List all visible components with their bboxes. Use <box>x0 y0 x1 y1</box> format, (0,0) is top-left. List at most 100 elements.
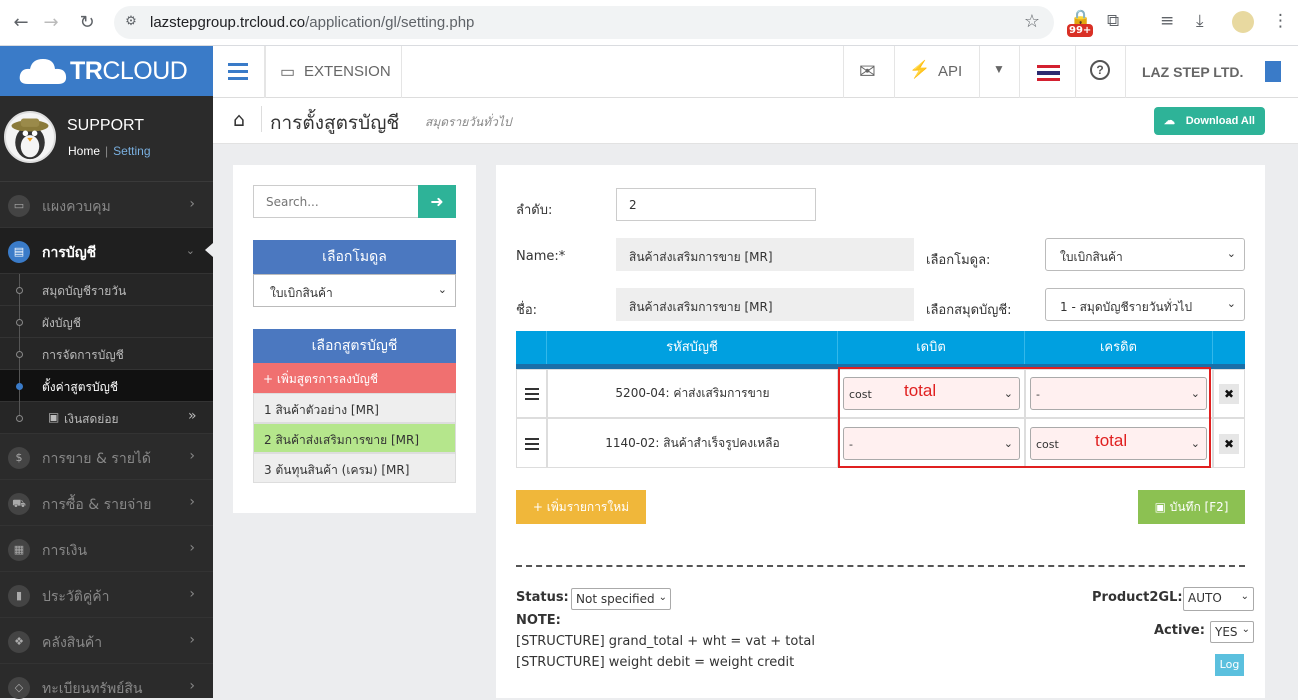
help-button[interactable]: ? <box>1076 46 1126 98</box>
user-profile: SUPPORT Home | Setting <box>0 96 213 182</box>
brand-logo[interactable]: TRCLOUD <box>0 46 213 96</box>
arrow-right-icon: ➜ <box>430 192 444 211</box>
chevron-down-icon: ⌄ <box>1226 247 1236 260</box>
name-label: Name:* <box>516 249 566 264</box>
profile-avatar-icon[interactable] <box>1232 11 1254 33</box>
company-button[interactable]: LAZ STEP LTD. <box>1126 46 1298 98</box>
module-label: เลือกโมดูล: <box>926 253 991 268</box>
page-header: ⌂ การตั้งสูตรบัญชี สมุดรายวันทั่วไป ☁ Do… <box>213 98 1298 144</box>
module-select[interactable]: ใบเบิกสินค้า ⌄ <box>253 274 456 307</box>
close-icon: ✖ <box>1223 387 1235 401</box>
active-select[interactable]: YES ⌄ <box>1210 621 1254 643</box>
sidebar-item-sales[interactable]: $ การขาย & รายได้ › <box>0 434 213 480</box>
hamburger-menu-icon[interactable] <box>213 46 265 98</box>
sidebar-subitem-account-management[interactable]: การจัดการบัญชี <box>0 338 213 370</box>
url-text: lazstepgroup.trcloud.co/application/gl/s… <box>150 14 475 31</box>
sidebar-subitem-petty-cash[interactable]: ▣ เงินสดย่อย » <box>0 402 213 434</box>
add-formula-button[interactable]: + เพิ่มสูตรการลงบัญชี <box>253 363 456 393</box>
book-icon: ▤ <box>8 241 30 263</box>
close-icon: ✖ <box>1223 437 1235 451</box>
save-button[interactable]: ▣ บันทึก [F2] <box>1138 490 1245 524</box>
active-label: Active: <box>1154 623 1205 638</box>
mail-button[interactable]: ✉ <box>843 46 895 98</box>
monitor-icon: ▭ <box>8 195 30 217</box>
avatar[interactable] <box>4 111 56 163</box>
sidebar-item-dashboard[interactable]: ▭ แผงควบคุม › <box>0 182 213 228</box>
dropdown-button[interactable]: ▼ <box>980 46 1020 98</box>
drag-handle[interactable] <box>516 418 547 468</box>
media-queue-icon[interactable]: ≡ <box>1160 11 1174 31</box>
sidebar-subitem-formula-setting[interactable]: ตั้งค่าสูตรบัญชี <box>0 370 213 402</box>
contact-icon: ▮ <box>8 585 30 607</box>
sidebar-subitem-journal[interactable]: สมุดบัญชีรายวัน <box>0 274 213 306</box>
browser-menu-icon[interactable]: ⋮ <box>1272 11 1289 31</box>
note-label: NOTE: <box>516 613 561 628</box>
drag-handle-icon <box>525 438 539 450</box>
drag-handle[interactable] <box>516 369 547 418</box>
extension-button[interactable]: ▭ EXTENSION <box>265 46 402 98</box>
thai-name-input[interactable]: สินค้าส่งเสริมการขาย [MR] <box>616 288 914 321</box>
language-flag-button[interactable] <box>1020 46 1076 98</box>
sidebar-item-contacts[interactable]: ▮ ประวัติคู่ค้า › <box>0 572 213 618</box>
chevron-right-icon: › <box>189 448 195 464</box>
status-select[interactable]: Not specified ⌄ <box>571 588 671 610</box>
chevron-right-icon: › <box>189 586 195 602</box>
download-all-button[interactable]: ☁ Download All <box>1154 107 1265 135</box>
back-icon[interactable]: ← <box>9 11 33 35</box>
address-bar[interactable]: ⚙ lazstepgroup.trcloud.co/application/gl… <box>114 6 1054 39</box>
table-cell-account: 5200-04: ค่าส่งเสริมการขาย <box>547 369 838 418</box>
name-input[interactable]: สินค้าส่งเสริมการขาย [MR] <box>616 238 914 271</box>
search-input[interactable] <box>253 185 419 218</box>
search-go-button[interactable]: ➜ <box>418 185 456 218</box>
log-button[interactable]: Log <box>1215 654 1244 676</box>
bookmark-star-icon[interactable]: ☆ <box>1024 11 1040 32</box>
product2gl-select[interactable]: AUTO ⌄ <box>1183 587 1254 611</box>
chevron-right-icon: › <box>189 540 195 556</box>
forward-icon[interactable]: → <box>39 11 63 35</box>
divider <box>516 565 1245 567</box>
home-icon[interactable]: ⌂ <box>233 109 245 131</box>
highlight-box <box>838 367 1211 468</box>
download-icon[interactable]: ⤓ <box>1196 11 1204 31</box>
cart-icon: ⛟ <box>8 493 30 515</box>
table-header-credit: เครดิต <box>1025 331 1213 364</box>
delete-row-button[interactable]: ✖ <box>1219 384 1239 404</box>
formula-list-item-selected[interactable]: 2 สินค้าส่งเสริมการขาย [MR] <box>253 423 456 453</box>
chevron-right-icon: › <box>189 494 195 510</box>
order-label: ลำดับ: <box>516 203 553 218</box>
journal-select[interactable]: 1 - สมุดบัญชีรายวันทั่วไป ⌄ <box>1045 288 1245 321</box>
user-name: SUPPORT <box>67 117 145 134</box>
order-input[interactable]: 2 <box>616 188 816 221</box>
left-panel: ➜ เลือกโมดูล ใบเบิกสินค้า ⌄ เลือกสูตรบัญ… <box>233 165 476 513</box>
sidebar-item-finance[interactable]: ▦ การเงิน › <box>0 526 213 572</box>
sidebar-subitem-chart-of-accounts[interactable]: ผังบัญชี <box>0 306 213 338</box>
sidebar-item-accounting[interactable]: ▤ การบัญชี ⌄ <box>0 228 213 274</box>
site-info-icon[interactable]: ⚙ <box>122 14 140 32</box>
penguin-avatar-icon <box>11 118 49 160</box>
table-cell-action: ✖ <box>1213 418 1245 468</box>
extensions-puzzle-icon[interactable]: ⧉ <box>1107 11 1119 31</box>
breadcrumb-home[interactable]: Home <box>68 144 100 158</box>
sidebar: TRCLOUD SUPPORT Home | Setting ▭ แผงควบคุม… <box>0 46 213 699</box>
floppy-icon: ▣ <box>1154 500 1170 514</box>
envelope-icon: ✉ <box>859 61 876 83</box>
sidebar-item-assets[interactable]: ◇ ทะเบียนทรัพย์สิน › <box>0 664 213 699</box>
form-module-select[interactable]: ใบเบิกสินค้า ⌄ <box>1045 238 1245 271</box>
caret-down-icon: ▼ <box>993 62 1005 76</box>
formula-list-item[interactable]: 1 สินค้าตัวอย่าง [MR] <box>253 393 456 423</box>
formula-list-item[interactable]: 3 ต้นทุนสินค้า (เครม) [MR] <box>253 453 456 483</box>
api-button[interactable]: ⚡ API <box>895 46 980 98</box>
add-item-button[interactable]: + เพิ่มรายการใหม่ <box>516 490 646 524</box>
reload-icon[interactable]: ↻ <box>75 11 99 35</box>
chevron-right-icon: › <box>189 196 195 212</box>
breadcrumb: Home | Setting <box>68 144 151 158</box>
sidebar-item-purchases[interactable]: ⛟ การซื้อ & รายจ่าย › <box>0 480 213 526</box>
breadcrumb-current[interactable]: Setting <box>113 144 150 158</box>
delete-row-button[interactable]: ✖ <box>1219 434 1239 454</box>
sidebar-item-inventory[interactable]: ❖ คลังสินค้า › <box>0 618 213 664</box>
cubes-icon: ❖ <box>8 631 30 653</box>
chevron-right-icon: › <box>189 678 195 694</box>
question-icon: ? <box>1090 60 1110 80</box>
chevron-down-icon: ⌄ <box>185 244 195 257</box>
drag-handle-icon <box>525 388 539 400</box>
